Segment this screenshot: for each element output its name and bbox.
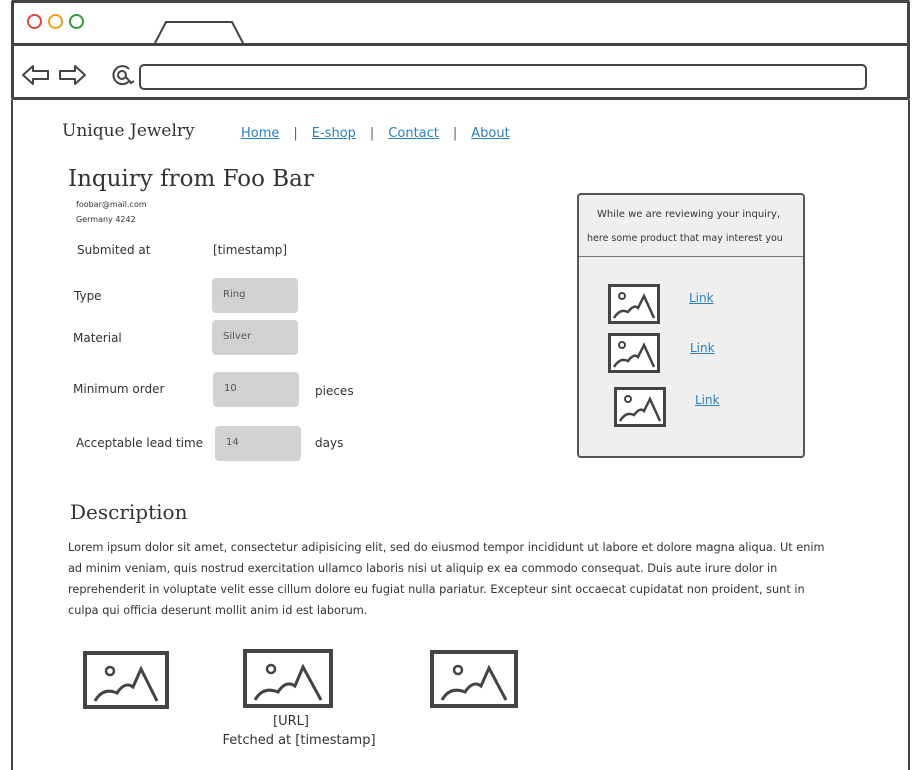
attachment-image-icon[interactable]: [83, 651, 169, 709]
minimize-window-button[interactable]: [48, 14, 63, 29]
attachment-fetched-at: Fetched at [timestamp]: [222, 733, 376, 748]
address-bar[interactable]: [139, 64, 867, 90]
nav-eshop-link[interactable]: E-shop: [312, 126, 356, 141]
customer-email: foobar@mail.com: [76, 200, 147, 209]
attachment-image-icon[interactable]: [243, 649, 333, 708]
description-heading: Description: [70, 500, 188, 524]
material-label: Material: [73, 331, 122, 345]
chrome-divider: [14, 43, 907, 46]
customer-country: Germany 4242: [76, 215, 136, 224]
arrow-right-icon[interactable]: [57, 63, 87, 87]
material-field[interactable]: Silver: [212, 320, 298, 355]
panel-divider: [579, 256, 803, 257]
image-icon: [608, 284, 660, 324]
nav-separator: |: [369, 126, 375, 141]
nav-home-link[interactable]: Home: [241, 126, 279, 141]
lead-time-field[interactable]: 14: [215, 426, 301, 461]
description-text: Lorem ipsum dolor sit amet, consectetur …: [68, 541, 825, 617]
recommendations-panel: While we are reviewing your inquiry, her…: [577, 193, 805, 458]
browser-tab[interactable]: [152, 19, 246, 45]
close-window-button[interactable]: [27, 14, 42, 29]
page-left-border: [11, 100, 13, 770]
browser-window-frame: [11, 0, 910, 100]
product-link-2[interactable]: Link: [690, 341, 715, 355]
image-icon: [614, 387, 666, 427]
nav-contact-link[interactable]: Contact: [388, 126, 439, 141]
submitted-value: [timestamp]: [213, 243, 288, 257]
attachment-image-icon[interactable]: [430, 650, 518, 708]
lead-time-label: Acceptable lead time: [76, 436, 204, 450]
min-order-field[interactable]: 10: [213, 372, 299, 407]
nav-about-link[interactable]: About: [471, 126, 509, 141]
min-order-unit: pieces: [315, 384, 354, 398]
brand-logo[interactable]: Unique Jewelry: [62, 121, 195, 141]
submitted-label: Submited at: [77, 243, 151, 257]
page-right-border: [908, 100, 910, 770]
nav-separator: |: [452, 126, 458, 141]
product-link-1[interactable]: Link: [689, 291, 714, 305]
image-icon: [608, 333, 660, 373]
page-title: Inquiry from Foo Bar: [68, 166, 314, 192]
main-nav: Home | E-shop | Contact | About: [241, 126, 510, 141]
type-field[interactable]: Ring: [212, 278, 298, 313]
reload-icon[interactable]: [109, 63, 135, 87]
panel-message-line1: While we are reviewing your inquiry,: [597, 209, 781, 220]
arrow-left-icon[interactable]: [21, 63, 51, 87]
attachment-url[interactable]: [URL]: [266, 714, 316, 729]
product-link-3[interactable]: Link: [695, 393, 720, 407]
type-label: Type: [74, 289, 102, 303]
panel-message-line2: here some product that may interest you: [587, 233, 783, 244]
maximize-window-button[interactable]: [69, 14, 84, 29]
min-order-label: Minimum order: [73, 382, 165, 396]
lead-time-unit: days: [315, 436, 344, 450]
nav-separator: |: [293, 126, 298, 141]
